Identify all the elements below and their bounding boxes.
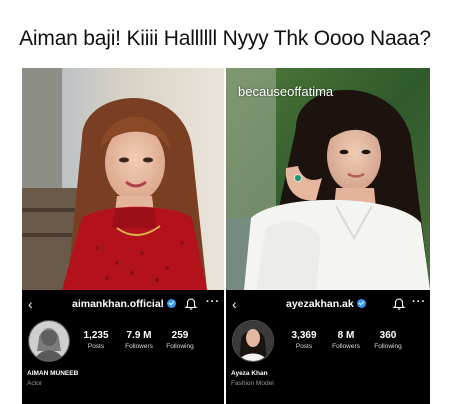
left-following-count: 259: [171, 330, 189, 341]
right-display-name: Ayeza Khan: [231, 370, 268, 377]
left-username-text: aimankhan.official: [72, 298, 164, 310]
bell-icon[interactable]: [392, 297, 406, 311]
right-instagram-card: becauseoffatima ‹ ayezakhan.ak ··· 3,369…: [226, 68, 430, 404]
back-arrow-icon[interactable]: ‹: [28, 296, 33, 312]
left-followers-label: Followers: [125, 343, 153, 350]
bell-icon[interactable]: [184, 297, 198, 311]
meme-caption: Aiman baji! Kiiii Hallllll Nyyy Thk Oooo…: [19, 27, 431, 50]
right-username-text: ayezakhan.ak: [286, 298, 354, 310]
left-photo-illustration: [22, 68, 224, 290]
verified-badge-icon: [166, 299, 176, 308]
right-followers-count: 8 M: [337, 330, 355, 341]
left-stat-following[interactable]: 259 Following: [160, 330, 200, 350]
right-followers-label: Followers: [332, 343, 360, 350]
more-options-icon[interactable]: ···: [412, 296, 426, 308]
left-instagram-card: ‹ aimankhan.official ··· 1,235 Posts 7.9…: [22, 68, 224, 404]
left-stat-followers[interactable]: 7.9 M Followers: [119, 330, 159, 350]
left-posts-label: Posts: [87, 343, 105, 350]
left-followers-count: 7.9 M: [126, 330, 152, 341]
left-category: Actor: [27, 380, 43, 387]
back-arrow-icon[interactable]: ‹: [232, 296, 237, 312]
right-following-label: Following: [374, 343, 402, 350]
right-profile-header: ‹ ayezakhan.ak ··· 3,369 Posts 8 M Follo…: [226, 290, 430, 404]
right-photo-illustration: [226, 68, 430, 290]
left-profile-photo: [22, 68, 224, 290]
right-username: ayezakhan.ak: [286, 298, 366, 310]
left-avatar-image: [29, 321, 69, 361]
right-posts-count: 3,369: [291, 330, 317, 341]
right-stat-following[interactable]: 360 Following: [368, 330, 408, 350]
verified-badge-icon: [356, 299, 366, 308]
left-avatar[interactable]: [28, 320, 70, 362]
left-topbar: ‹ aimankhan.official ···: [22, 296, 224, 314]
right-avatar[interactable]: [232, 320, 274, 362]
right-posts-label: Posts: [295, 343, 313, 350]
right-category: Fashion Model: [231, 380, 274, 387]
more-options-icon[interactable]: ···: [206, 296, 220, 308]
left-following-label: Following: [166, 343, 194, 350]
right-profile-photo: becauseoffatima: [226, 68, 430, 290]
right-following-count: 360: [379, 330, 397, 341]
right-stat-followers[interactable]: 8 M Followers: [326, 330, 366, 350]
right-topbar: ‹ ayezakhan.ak ···: [226, 296, 430, 314]
left-username: aimankhan.official: [72, 298, 176, 310]
left-stat-posts[interactable]: 1,235 Posts: [76, 330, 116, 350]
right-stat-posts[interactable]: 3,369 Posts: [284, 330, 324, 350]
left-profile-header: ‹ aimankhan.official ··· 1,235 Posts 7.9…: [22, 290, 224, 404]
left-posts-count: 1,235: [83, 330, 109, 341]
photo-watermark: becauseoffatima: [238, 84, 334, 99]
left-display-name: AIMAN MUNEEB: [27, 370, 79, 377]
right-avatar-image: [233, 321, 273, 361]
